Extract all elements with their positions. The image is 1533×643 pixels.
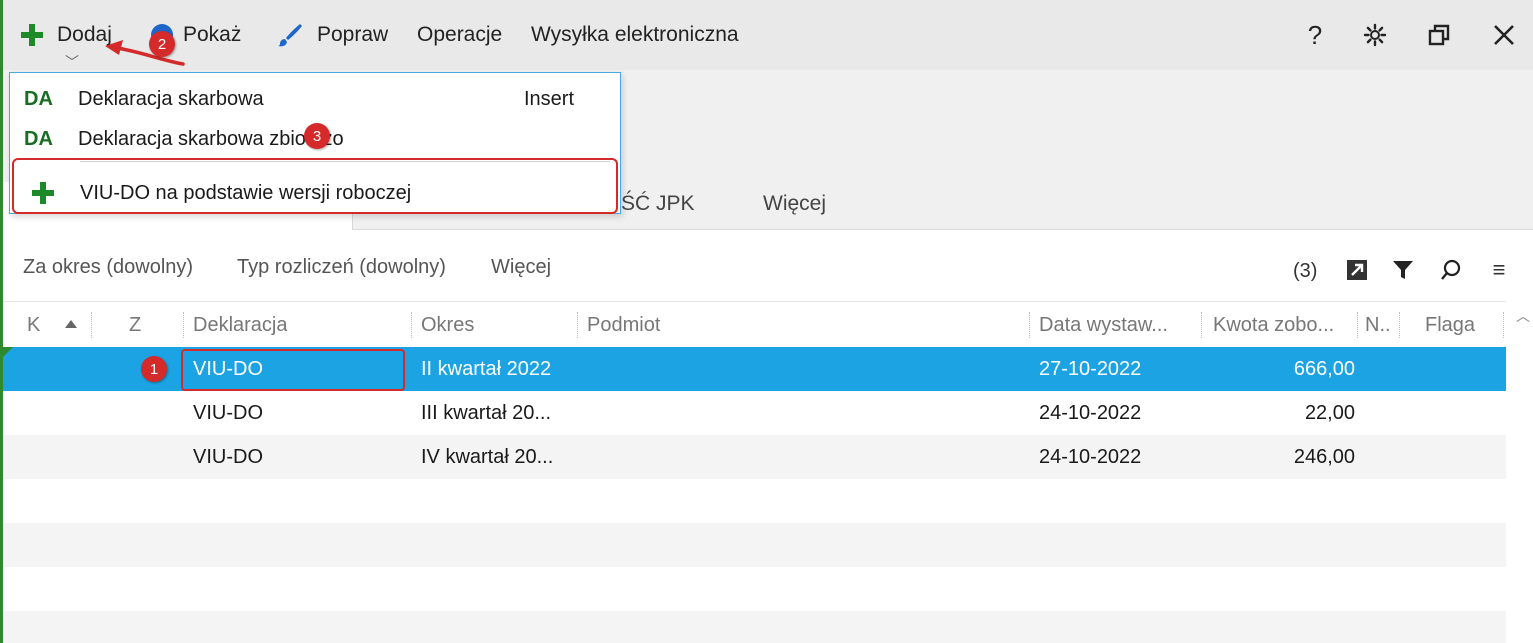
edit-button-label: Popraw bbox=[317, 23, 389, 46]
close-icon[interactable] bbox=[1486, 20, 1522, 50]
da-icon: DA bbox=[24, 127, 53, 150]
cell-declaration[interactable]: VIU-DO bbox=[193, 446, 263, 469]
table-row[interactable]: VIU-DO III kwartał 20... 24-10-2022 22,0… bbox=[3, 391, 1506, 435]
tab-more[interactable]: Więcej bbox=[763, 192, 826, 216]
empty-row bbox=[3, 523, 1506, 567]
cell-issue-date[interactable]: 24-10-2022 bbox=[1039, 402, 1141, 425]
gear-icon[interactable] bbox=[1357, 20, 1393, 50]
column-z[interactable]: Z bbox=[129, 314, 141, 337]
cell-period[interactable]: II kwartał 2022 bbox=[421, 358, 551, 381]
column-period[interactable]: Okres bbox=[421, 314, 474, 337]
electronic-send-menu[interactable]: Wysyłka elektroniczna bbox=[531, 18, 739, 52]
menu-icon[interactable]: ≡ bbox=[1487, 257, 1511, 282]
column-entity[interactable]: Podmiot bbox=[587, 314, 660, 337]
scroll-up-icon[interactable]: ︿ bbox=[1516, 306, 1530, 326]
column-amount[interactable]: Kwota zobo... bbox=[1213, 314, 1353, 337]
column-separator bbox=[91, 312, 92, 338]
cell-amount[interactable]: 246,00 bbox=[1294, 446, 1355, 469]
column-separator bbox=[1399, 312, 1400, 338]
menu-item-label: Deklaracja skarbowa bbox=[78, 87, 264, 110]
empty-row bbox=[3, 567, 1506, 611]
column-k[interactable]: K bbox=[27, 314, 40, 337]
tab-jpk[interactable]: ŚĆ JPK bbox=[621, 192, 695, 216]
plus-icon bbox=[21, 24, 43, 46]
column-declaration[interactable]: Deklaracja bbox=[193, 314, 287, 337]
settlement-type-filter[interactable]: Typ rozliczeń (dowolny) bbox=[237, 256, 446, 279]
cell-issue-date[interactable]: 27-10-2022 bbox=[1039, 358, 1141, 381]
column-n[interactable]: N.. bbox=[1365, 314, 1395, 337]
more-filters[interactable]: Więcej bbox=[491, 256, 551, 279]
help-icon[interactable]: ? bbox=[1297, 20, 1333, 50]
step-badge: 3 bbox=[304, 123, 330, 149]
table-row[interactable]: VIU-DO IV kwartał 20... 24-10-2022 246,0… bbox=[3, 435, 1506, 479]
add-button[interactable]: Dodaj ﹀ bbox=[21, 18, 112, 70]
search-icon[interactable] bbox=[1439, 258, 1463, 282]
filter-icon[interactable] bbox=[1391, 258, 1415, 282]
cell-period[interactable]: IV kwartał 20... bbox=[421, 446, 553, 469]
sort-ascending-icon[interactable] bbox=[65, 320, 77, 328]
filter-bar: Za okres (dowolny) Typ rozliczeń (dowoln… bbox=[3, 230, 1533, 300]
column-separator bbox=[1029, 312, 1030, 338]
operations-menu-label: Operacje bbox=[417, 23, 503, 46]
da-icon: DA bbox=[24, 87, 53, 110]
highlight-box-menu-item bbox=[12, 158, 618, 214]
restore-icon[interactable] bbox=[1421, 20, 1457, 50]
cell-issue-date[interactable]: 24-10-2022 bbox=[1039, 446, 1141, 469]
edit-button[interactable]: Popraw bbox=[277, 18, 388, 52]
step-badge: 1 bbox=[141, 356, 167, 382]
show-button-label: Pokaż bbox=[183, 23, 242, 46]
grid-header: K Z Deklaracja Okres Podmiot Data wystaw… bbox=[3, 301, 1506, 347]
menu-item-tax-declaration[interactable]: DA Deklaracja skarbowa Insert bbox=[10, 79, 620, 119]
cell-period[interactable]: III kwartał 20... bbox=[421, 402, 551, 425]
brush-icon bbox=[278, 24, 302, 47]
column-separator bbox=[411, 312, 412, 338]
electronic-send-label: Wysyłka elektroniczna bbox=[531, 23, 739, 46]
export-icon[interactable] bbox=[1345, 258, 1369, 282]
column-separator bbox=[577, 312, 578, 338]
row-marker-icon bbox=[3, 347, 13, 357]
menu-item-shortcut: Insert bbox=[524, 88, 575, 110]
period-filter[interactable]: Za okres (dowolny) bbox=[23, 256, 193, 279]
cell-declaration[interactable]: VIU-DO bbox=[193, 402, 263, 425]
column-flag[interactable]: Flaga bbox=[1425, 314, 1475, 337]
chevron-down-icon[interactable]: ﹀ bbox=[65, 52, 79, 72]
operations-menu[interactable]: Operacje bbox=[417, 18, 502, 52]
column-separator bbox=[1357, 312, 1358, 338]
cell-amount[interactable]: 666,00 bbox=[1294, 358, 1355, 381]
highlight-box-row bbox=[181, 349, 405, 391]
app-window: Dodaj ﹀ Pokaż Popraw Operacje Wysyłka el… bbox=[0, 0, 1533, 643]
column-issue-date[interactable]: Data wystaw... bbox=[1039, 314, 1189, 337]
toolbar: Dodaj ﹀ Pokaż Popraw Operacje Wysyłka el… bbox=[3, 0, 1533, 70]
grid-body: VIU-DO II kwartał 2022 27-10-2022 666,00… bbox=[3, 347, 1506, 643]
column-separator bbox=[1201, 312, 1202, 338]
column-separator bbox=[1503, 312, 1504, 338]
empty-row bbox=[3, 479, 1506, 523]
column-separator bbox=[183, 312, 184, 338]
step-badge: 2 bbox=[149, 31, 175, 57]
empty-row bbox=[3, 611, 1506, 643]
record-count: (3) bbox=[1293, 260, 1318, 282]
cell-amount[interactable]: 22,00 bbox=[1305, 402, 1355, 425]
